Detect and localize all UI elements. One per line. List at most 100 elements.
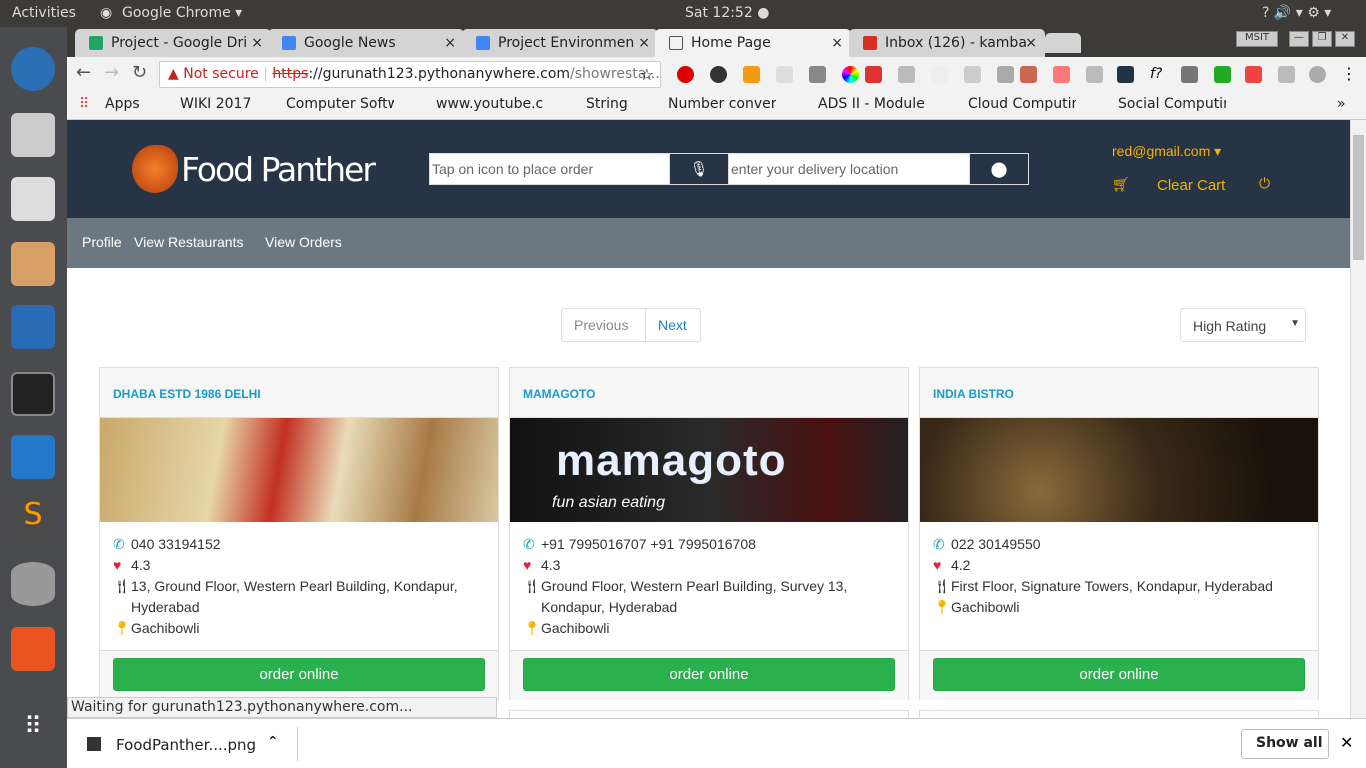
reload-icon[interactable]: ↻ xyxy=(132,62,147,83)
bookmark-number-converter[interactable]: Number convert xyxy=(668,96,776,112)
next-button[interactable]: Next xyxy=(645,308,701,342)
restaurant-name[interactable]: MAMAGOTO xyxy=(510,368,908,418)
cart-icon[interactable]: 🛒︎ xyxy=(1112,176,1130,193)
nav-profile[interactable]: Profile xyxy=(82,234,122,250)
restaurant-name[interactable]: DHABA ESTD 1986 DELHI xyxy=(100,368,498,418)
back-icon[interactable]: ← xyxy=(76,62,91,83)
menu-icon[interactable]: ⋮ xyxy=(1341,64,1357,83)
tab-project-environment[interactable]: Project Environmen × xyxy=(462,29,658,57)
bookmark-wiki[interactable]: WIKI 2017 xyxy=(180,96,251,112)
extension-icon[interactable] xyxy=(1053,66,1070,83)
bookmark-computer-software[interactable]: Computer Softw xyxy=(286,96,394,112)
browser-toolbar: ← → ↻ ▲ Not secure | https://gurunath123… xyxy=(67,57,1366,91)
scrollbar-thumb[interactable] xyxy=(1353,135,1364,260)
sort-select[interactable]: High Rating ▼ xyxy=(1180,308,1306,342)
extension-icon[interactable] xyxy=(776,66,793,83)
clear-cart-link[interactable]: Clear Cart xyxy=(1157,177,1225,194)
show-apps-icon[interactable]: ⠿ xyxy=(11,712,55,752)
bookmark-apps[interactable]: Apps xyxy=(105,96,140,112)
web-page: Food Panther Tap on icon to place order … xyxy=(67,120,1350,718)
close-tab-icon[interactable]: × xyxy=(638,35,650,51)
bookmark-ads[interactable]: ADS II - Module xyxy=(818,96,926,112)
extension-icon[interactable] xyxy=(931,66,948,83)
extension-icon[interactable] xyxy=(809,66,826,83)
extension-icon[interactable] xyxy=(865,66,882,83)
apps-icon: ⠿ xyxy=(79,96,90,112)
globe-icon[interactable] xyxy=(1309,66,1326,83)
extension-icon[interactable] xyxy=(964,66,981,83)
location-pin-icon[interactable]: ⬤ xyxy=(969,153,1029,185)
logout-icon[interactable]: ⏻ xyxy=(1259,175,1270,192)
restaurant-card: INDIA BISTRO ✆ 022 30149550 ♥ 4.2 🍴︎ First … xyxy=(919,367,1319,700)
close-tab-icon[interactable]: × xyxy=(831,35,843,51)
order-online-button[interactable]: order online xyxy=(523,658,895,691)
nav-view-orders[interactable]: View Orders xyxy=(265,234,342,250)
restaurant-card: MAMAGOTO mamagoto fun asian eating ✆ +91 … xyxy=(509,367,909,700)
extension-icon[interactable] xyxy=(1245,66,1262,83)
speaker-icon[interactable] xyxy=(11,177,55,221)
extension-icon[interactable] xyxy=(1086,66,1103,83)
close-tab-icon[interactable]: × xyxy=(1025,35,1037,51)
address-bar[interactable]: ▲ Not secure | https://gurunath123.pytho… xyxy=(159,61,661,88)
bookmark-cloud-computing[interactable]: Cloud Computin xyxy=(968,96,1076,112)
restaurant-name[interactable]: INDIA BISTRO xyxy=(920,368,1318,418)
show-all-button[interactable]: Show all xyxy=(1241,729,1329,759)
bookmark-string[interactable]: String xyxy=(586,96,628,112)
extension-icon[interactable] xyxy=(997,66,1014,83)
new-tab-button[interactable] xyxy=(1045,33,1081,53)
color-picker-icon[interactable] xyxy=(842,66,859,83)
brand-name[interactable]: Food Panther xyxy=(181,150,376,189)
user-menu[interactable]: red@gmail.com ▾ xyxy=(1112,143,1221,160)
clock[interactable]: Sat 12:52 ● xyxy=(685,5,769,21)
writer-icon[interactable] xyxy=(11,305,55,349)
tab-home-page[interactable]: Home Page × xyxy=(655,29,851,57)
close-tab-icon[interactable]: × xyxy=(251,35,263,51)
tab-google-news[interactable]: Google News × xyxy=(268,29,464,57)
cors-icon[interactable] xyxy=(1214,66,1231,83)
bookmark-star-icon[interactable]: ☆ xyxy=(640,65,654,84)
extension-icon[interactable] xyxy=(898,66,915,83)
profile-button[interactable]: MSIT xyxy=(1236,31,1278,47)
maximize-button[interactable]: ❐ xyxy=(1312,31,1332,47)
bookmark-youtube[interactable]: www.youtube.c xyxy=(436,96,544,112)
system-tray[interactable]: ? 🔊 ▾ ⚙ ▾ xyxy=(1262,5,1331,21)
cutlery-icon: 🍴︎ xyxy=(113,578,131,594)
order-search-input[interactable]: Tap on icon to place order xyxy=(429,153,670,185)
camera-icon[interactable] xyxy=(11,113,55,157)
extension-icon[interactable] xyxy=(1278,66,1295,83)
bookmark-social-computing[interactable]: Social Computin xyxy=(1118,96,1226,112)
software-center-icon[interactable] xyxy=(11,627,55,671)
delivery-location-input[interactable]: enter your delivery location xyxy=(728,153,971,185)
previous-button[interactable]: Previous xyxy=(561,308,646,342)
extension-icon[interactable] xyxy=(710,66,727,83)
close-tab-icon[interactable]: × xyxy=(444,35,456,51)
page-scrollbar[interactable] xyxy=(1350,120,1366,718)
microphone-icon[interactable]: 🎙 xyxy=(669,153,729,185)
activities-button[interactable]: Activities xyxy=(12,5,76,21)
order-online-button[interactable]: order online xyxy=(933,658,1305,691)
forward-icon[interactable]: → xyxy=(104,62,119,83)
app-menu[interactable]: Google Chrome ▾ xyxy=(122,5,242,21)
minimize-button[interactable]: — xyxy=(1289,31,1309,47)
adblock-icon[interactable] xyxy=(677,66,694,83)
tab-google-drive[interactable]: Project - Google Dri × xyxy=(75,29,271,57)
thunderbird-icon[interactable] xyxy=(11,47,55,91)
extension-icon[interactable] xyxy=(743,66,760,83)
database-icon[interactable] xyxy=(11,562,55,606)
extension-icon[interactable] xyxy=(1181,66,1198,83)
close-download-bar-icon[interactable]: ✕ xyxy=(1340,733,1353,752)
more-bookmarks-icon[interactable]: » xyxy=(1337,96,1346,112)
chevron-up-icon[interactable]: ⌃ xyxy=(267,734,279,750)
order-online-button[interactable]: order online xyxy=(113,658,485,691)
extension-icon[interactable] xyxy=(1117,66,1134,83)
download-icon[interactable] xyxy=(1020,66,1037,83)
nav-view-restaurants[interactable]: View Restaurants xyxy=(134,234,243,250)
vscode-icon[interactable] xyxy=(11,435,55,479)
close-window-button[interactable]: ✕ xyxy=(1335,31,1355,47)
formula-icon[interactable]: f? xyxy=(1150,66,1167,83)
terminal-icon[interactable] xyxy=(11,372,55,416)
files-icon[interactable] xyxy=(11,242,55,286)
tab-inbox[interactable]: Inbox (126) - kamba × xyxy=(849,29,1045,57)
sublime-icon[interactable]: S xyxy=(11,497,55,541)
download-item[interactable]: FoodPanther....png xyxy=(116,736,256,754)
